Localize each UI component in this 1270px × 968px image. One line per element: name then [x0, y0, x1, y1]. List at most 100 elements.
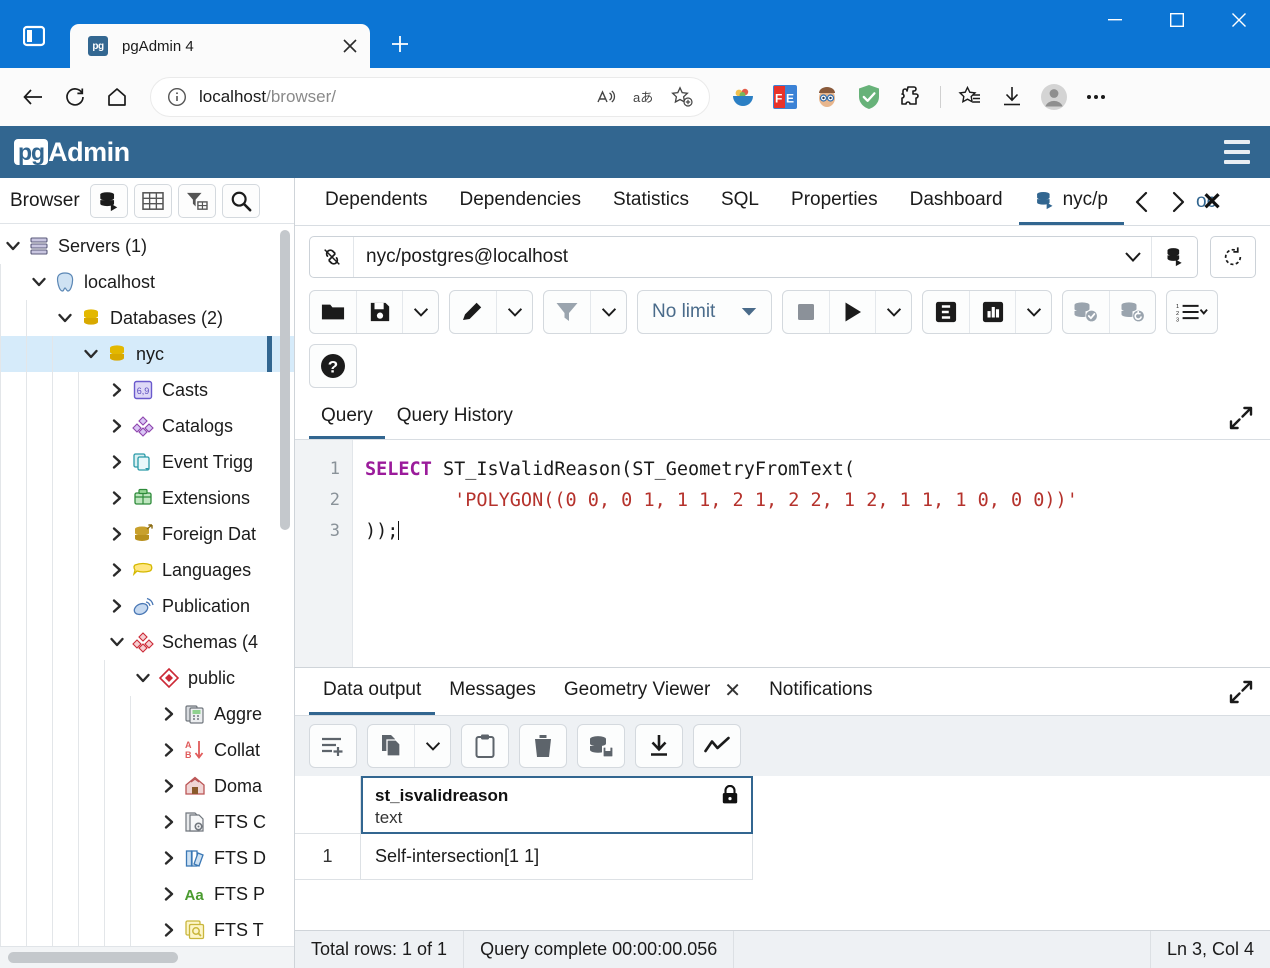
tree-horizontal-scrollbar-thumb[interactable] [8, 952, 178, 963]
graph-visualiser-icon[interactable] [694, 725, 740, 767]
tree-item-languages[interactable]: Languages [0, 552, 294, 588]
tree-twisty-collapsed-icon[interactable] [156, 706, 182, 722]
help-button-group[interactable]: ? [309, 344, 357, 388]
explain-analyze-icon[interactable] [969, 291, 1015, 333]
copy-icon[interactable] [368, 725, 414, 767]
tree-twisty-collapsed-icon[interactable] [104, 562, 130, 578]
tree-twisty-collapsed-icon[interactable] [156, 922, 182, 938]
tree-twisty-collapsed-icon[interactable] [104, 454, 130, 470]
explain-options-caret-icon[interactable] [1015, 291, 1051, 333]
tab-dependencies[interactable]: Dependencies [443, 178, 596, 225]
window-minimize-button[interactable] [1084, 0, 1146, 40]
grid-row[interactable]: 1 Self-intersection[1 1] [295, 834, 1270, 880]
output-tab-notifications[interactable]: Notifications [755, 668, 887, 715]
save-data-changes-icon[interactable] [578, 725, 624, 767]
expand-query-panel-icon[interactable] [1224, 401, 1258, 435]
save-file-icon[interactable] [356, 291, 402, 333]
execute-options-caret-icon[interactable] [875, 291, 911, 333]
fruit-bowl-icon[interactable] [724, 78, 762, 116]
filter-options-caret-icon[interactable] [590, 291, 626, 333]
paste-icon[interactable] [462, 725, 508, 767]
tree-item-fts-t[interactable]: FTS T [0, 912, 294, 946]
tree-item-extensions[interactable]: Extensions [0, 480, 294, 516]
grid-table-icon[interactable] [133, 183, 172, 218]
edit-pencil-icon[interactable] [450, 291, 496, 333]
tree-item-aggre[interactable]: Aggre [0, 696, 294, 732]
code-line[interactable]: )); [365, 516, 1270, 547]
tree-item-databases-2[interactable]: Databases (2) [0, 300, 294, 336]
tree-horizontal-scrollbar-track[interactable] [0, 946, 294, 968]
tree-twisty-collapsed-icon[interactable] [156, 814, 182, 830]
tree-item-localhost[interactable]: localhost [0, 264, 294, 300]
window-maximize-button[interactable] [1146, 0, 1208, 40]
edit-options-caret-icon[interactable] [496, 291, 532, 333]
tree-vertical-scrollbar-thumb[interactable] [280, 230, 290, 530]
adguard-shield-icon[interactable] [850, 78, 888, 116]
save-options-caret-icon[interactable] [402, 291, 438, 333]
tree-item-collat[interactable]: A B Collat [0, 732, 294, 768]
tree-item-schemas-4[interactable]: Schemas (4 [0, 624, 294, 660]
object-tree[interactable]: Servers (1) localhost Databases (2) nyc 6,9 C… [0, 224, 294, 946]
puzzle-extension-icon[interactable] [892, 78, 930, 116]
tab-actions-icon[interactable] [14, 16, 54, 56]
tree-twisty-expanded-icon[interactable] [0, 238, 26, 254]
query-tab-query[interactable]: Query [309, 396, 385, 439]
macros-list-icon[interactable]: 123 [1167, 291, 1217, 333]
tree-item-fts-d[interactable]: FTS D [0, 840, 294, 876]
tree-twisty-expanded-icon[interactable] [104, 634, 130, 650]
delete-group[interactable] [519, 724, 567, 768]
sql-editor[interactable]: 1 2 3 SELECT ST_IsValidReason(ST_GeometryF… [295, 440, 1270, 668]
code-line[interactable]: SELECT ST_IsValidReason(ST_GeometryFromT… [365, 454, 1270, 485]
tree-twisty-expanded-icon[interactable] [52, 310, 78, 326]
tree-twisty-collapsed-icon[interactable] [156, 886, 182, 902]
add-row-icon[interactable] [310, 725, 356, 767]
grid-cell[interactable]: Self-intersection[1 1] [361, 834, 753, 880]
reset-connection-icon[interactable] [1210, 236, 1256, 278]
tree-twisty-collapsed-icon[interactable] [156, 778, 182, 794]
data-output-grid[interactable]: st_isvalidreason text 1 Self-intersection[1… [295, 776, 1270, 930]
chevron-down-icon[interactable] [1115, 251, 1151, 263]
query-tab-query-history[interactable]: Query History [385, 396, 525, 439]
tree-item-fts-p[interactable]: Aa FTS P [0, 876, 294, 912]
chevron-left-icon[interactable] [1124, 191, 1160, 213]
tree-twisty-collapsed-icon[interactable] [104, 526, 130, 542]
dropdown-caret-icon[interactable] [741, 307, 757, 317]
tree-item-event-trigg[interactable]: Event Trigg [0, 444, 294, 480]
tab-sql[interactable]: SQL [705, 178, 775, 225]
profile-avatar-icon[interactable] [1035, 78, 1073, 116]
tree-item-foreign-dat[interactable]: Foreign Dat [0, 516, 294, 552]
save-data-group[interactable] [577, 724, 625, 768]
tab-close-icon[interactable] [336, 32, 364, 60]
download-group[interactable] [635, 724, 683, 768]
tree-item-doma[interactable]: Doma [0, 768, 294, 804]
add-row-group[interactable] [309, 724, 357, 768]
tree-item-catalogs[interactable]: Catalogs [0, 408, 294, 444]
grid-column-header[interactable]: st_isvalidreason text [361, 776, 753, 834]
close-icon[interactable]: oc ✕ [1196, 188, 1222, 215]
tree-twisty-expanded-icon[interactable] [26, 274, 52, 290]
macros-button-group[interactable]: 123 [1166, 290, 1219, 334]
tree-item-public[interactable]: public [0, 660, 294, 696]
tree-item-casts[interactable]: 6,9 Casts [0, 372, 294, 408]
output-tab-geometry-viewer[interactable]: Geometry Viewer ✕ [550, 668, 755, 715]
explain-icon[interactable] [923, 291, 969, 333]
stop-query-icon[interactable] [783, 291, 829, 333]
add-favorite-icon[interactable] [663, 78, 701, 116]
tree-twisty-collapsed-icon[interactable] [156, 742, 182, 758]
open-file-icon[interactable] [310, 291, 356, 333]
filter-icon[interactable] [544, 291, 590, 333]
downloads-icon[interactable] [993, 78, 1031, 116]
output-tab-data-output[interactable]: Data output [309, 668, 436, 715]
refresh-icon[interactable] [56, 78, 94, 116]
execute-query-icon[interactable] [829, 291, 875, 333]
download-csv-icon[interactable] [636, 725, 682, 767]
expand-output-panel-icon[interactable] [1224, 675, 1258, 709]
read-aloud-icon[interactable] [587, 78, 625, 116]
hamburger-menu-icon[interactable] [1218, 134, 1256, 170]
tree-twisty-collapsed-icon[interactable] [104, 598, 130, 614]
tree-item-publication[interactable]: Publication [0, 588, 294, 624]
tree-twisty-collapsed-icon[interactable] [104, 382, 130, 398]
tree-item-nyc[interactable]: nyc [0, 336, 294, 372]
tab-dashboard[interactable]: Dashboard [894, 178, 1019, 225]
row-limit-selector[interactable]: No limit [638, 291, 771, 333]
